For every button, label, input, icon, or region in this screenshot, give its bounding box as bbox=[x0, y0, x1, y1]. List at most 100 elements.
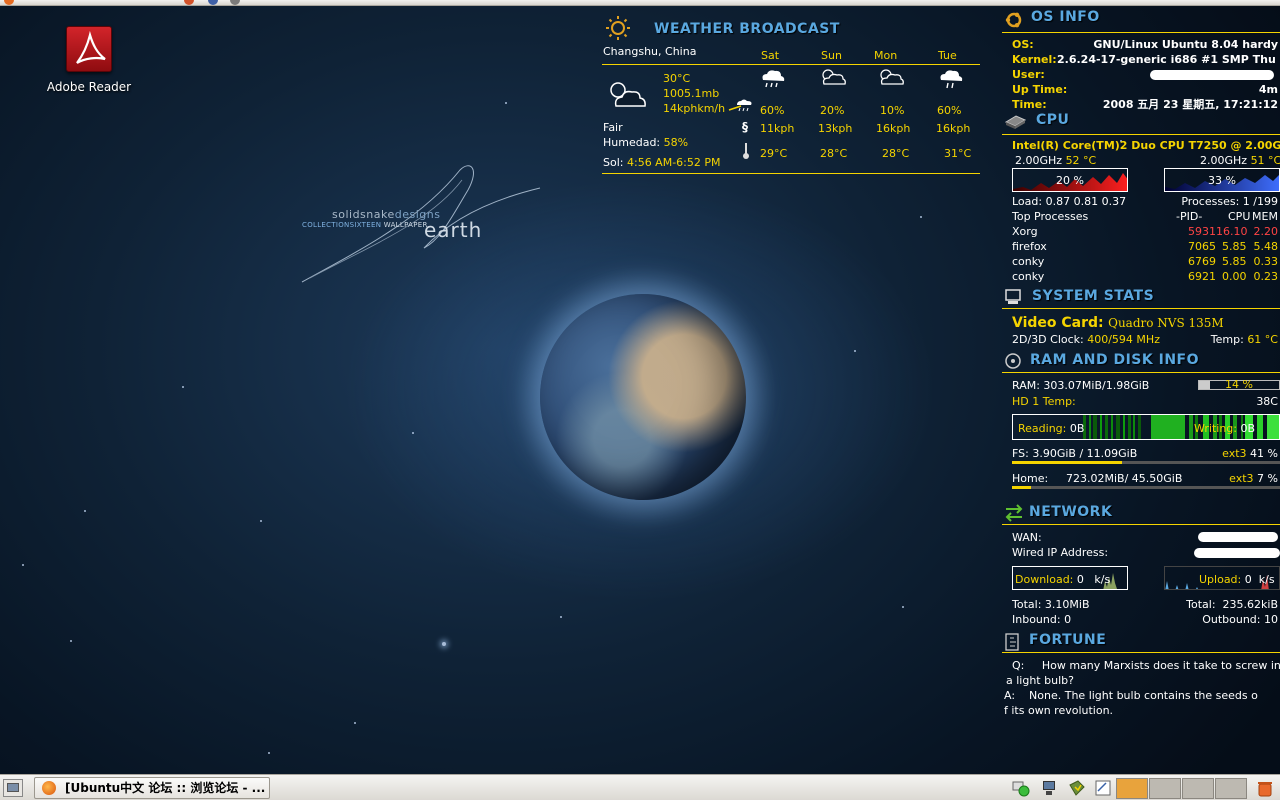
section-divider bbox=[1002, 524, 1280, 525]
weather-divider bbox=[602, 64, 980, 65]
process-mem: 5.48 bbox=[1253, 240, 1279, 253]
top-panel bbox=[0, 0, 1280, 6]
current-wind: 14kphkm/h bbox=[663, 102, 726, 115]
section-divider bbox=[1002, 372, 1280, 373]
weather-location: Changshu, China bbox=[603, 45, 697, 58]
core1-usage-graph: 20 % bbox=[1012, 168, 1128, 192]
panel-dot-icon[interactable] bbox=[4, 0, 14, 5]
sun-icon bbox=[606, 16, 630, 40]
wallpaper-brand: solidsnakedesigns COLLECTIONSIXTEEN WALL… bbox=[300, 160, 550, 290]
fortune-question-cont: a light bulb? bbox=[1006, 674, 1074, 687]
process-cpu: 0.00 bbox=[1222, 270, 1247, 283]
time-label: Time: bbox=[1012, 98, 1047, 111]
fortune-answer: A: None. The light bulb contains the see… bbox=[1004, 689, 1258, 702]
ram-usage: RAM: 303.07MiB/1.98GiB bbox=[1012, 379, 1150, 392]
wan-label: WAN: bbox=[1012, 531, 1042, 544]
fs-usage-fill bbox=[1012, 461, 1122, 464]
section-divider bbox=[1002, 308, 1280, 309]
trash-icon[interactable] bbox=[1256, 779, 1274, 797]
system-stats-title: SYSTEM STATS bbox=[1032, 288, 1155, 304]
process-name: Xorg bbox=[1012, 225, 1038, 238]
network-status-icon[interactable] bbox=[1012, 779, 1030, 797]
top-processes-label: Top Processes bbox=[1012, 210, 1089, 223]
panel-dot-icon[interactable] bbox=[208, 0, 218, 5]
forecast-precip: 60% bbox=[760, 104, 785, 117]
workspace-4[interactable] bbox=[1215, 778, 1247, 799]
current-weather-icon bbox=[610, 82, 646, 107]
forecast-temp: 31°C bbox=[944, 147, 972, 160]
rain-cloud-icon bbox=[762, 70, 785, 88]
panel-dot-icon[interactable] bbox=[230, 0, 240, 5]
forecast-wind: 16kph bbox=[876, 122, 911, 135]
os-info-title: OS INFO bbox=[1031, 9, 1100, 25]
partly-cloudy-icon bbox=[880, 69, 904, 85]
current-humidity: Humedad: 58% bbox=[603, 136, 689, 149]
uptime-label: Up Time: bbox=[1012, 83, 1068, 96]
cpu-chip-icon bbox=[1004, 115, 1026, 129]
desktop-icon-adobe-reader[interactable]: Adobe Reader bbox=[40, 26, 138, 94]
desktop-icon-label: Adobe Reader bbox=[46, 80, 132, 94]
firefox-icon bbox=[42, 781, 56, 795]
weather-divider bbox=[602, 173, 980, 174]
wired-ip-redacted bbox=[1194, 548, 1280, 558]
panel-dot-icon[interactable] bbox=[184, 0, 194, 5]
fortune-answer-cont: f its own revolution. bbox=[1004, 704, 1114, 717]
section-divider bbox=[1002, 32, 1280, 33]
home-usage: 723.02MiB/ 45.50GiB bbox=[1066, 472, 1183, 485]
forecast-precip: 10% bbox=[880, 104, 905, 117]
ubuntu-logo-icon bbox=[1005, 12, 1022, 28]
time-value: 2008 五月 23 星期五, 17:21:12 bbox=[1102, 98, 1278, 111]
forecast-day-label: Mon bbox=[874, 49, 898, 62]
fortune-icon bbox=[1005, 633, 1019, 651]
process-count: Processes: 1 /199 bbox=[1181, 195, 1278, 208]
weather-widget: WEATHER BROADCAST Changshu, China 30°C 1… bbox=[602, 14, 980, 176]
show-desktop-button[interactable] bbox=[3, 779, 23, 797]
fs-usage-bar bbox=[1012, 461, 1280, 464]
process-cpu: 16.10 bbox=[1216, 225, 1248, 238]
ram-disk-title: RAM AND DISK INFO bbox=[1030, 352, 1199, 368]
cpu-title: CPU bbox=[1036, 112, 1070, 128]
system-monitor-widget: OS INFO OS: GNU/Linux Ubuntu 8.04 hardy … bbox=[1002, 8, 1280, 723]
taskbar-window-firefox[interactable]: [Ubuntu中文 论坛 :: 浏览论坛 - ... bbox=[34, 777, 270, 799]
computer-icon[interactable] bbox=[1040, 779, 1058, 797]
notes-icon[interactable] bbox=[1094, 779, 1112, 797]
home-percent: ext3 7 % bbox=[1229, 472, 1278, 485]
home-usage-label: Home: bbox=[1012, 472, 1049, 485]
current-temp: 30°C bbox=[663, 72, 691, 85]
earth-planet bbox=[540, 294, 746, 500]
download-graph: Download: 0 k/s bbox=[1012, 566, 1128, 590]
taskbar-window-title: [Ubuntu中文 论坛 :: 浏览论坛 - ... bbox=[65, 781, 266, 795]
disk-writing: Writing: 0B bbox=[1194, 422, 1256, 435]
software-updates-icon[interactable] bbox=[1068, 779, 1086, 797]
forecast-wind: 13kph bbox=[818, 122, 853, 135]
fs-usage: FS: 3.90GiB / 11.09GiB bbox=[1012, 447, 1138, 460]
rain-cloud-icon bbox=[940, 70, 963, 89]
process-name: conky bbox=[1012, 255, 1045, 268]
download-rate: Download: 0 k/s bbox=[1015, 573, 1111, 586]
thermometer-icon bbox=[743, 143, 749, 159]
network-arrows-icon bbox=[1005, 504, 1023, 522]
wallpaper-collection: COLLECTIONSIXTEEN WALLPAPER bbox=[302, 221, 428, 229]
workspace-2[interactable] bbox=[1149, 778, 1181, 799]
core2-usage-value: 33 % bbox=[1208, 174, 1236, 187]
core1-usage-value: 20 % bbox=[1056, 174, 1084, 187]
current-sun: Sol: 4:56 AM-6:52 PM bbox=[603, 156, 721, 169]
process-mem: 2.20 bbox=[1253, 225, 1279, 238]
wind-speed-icon: § bbox=[742, 120, 748, 134]
user-redacted bbox=[1150, 70, 1274, 80]
workspace-1[interactable] bbox=[1116, 778, 1148, 799]
forecast-temp: 28°C bbox=[882, 147, 910, 160]
forecast-temp: 29°C bbox=[760, 147, 788, 160]
network-title: NETWORK bbox=[1029, 504, 1113, 520]
gpu-temp: Temp: 61 °C bbox=[1210, 333, 1278, 346]
col-cpu: CPU bbox=[1228, 210, 1251, 223]
upload-graph: Upload: 0 k/s bbox=[1164, 566, 1280, 590]
inbound: Inbound: 0 bbox=[1012, 613, 1072, 626]
process-pid: 6921 bbox=[1188, 270, 1216, 283]
home-usage-fill bbox=[1012, 486, 1031, 489]
workspace-3[interactable] bbox=[1182, 778, 1214, 799]
process-cpu: 5.85 bbox=[1222, 255, 1247, 268]
total-down: Total: 3.10MiB bbox=[1012, 598, 1090, 611]
outbound: Outbound: 10 bbox=[1202, 613, 1278, 626]
forecast-day-label: Tue bbox=[938, 49, 957, 62]
